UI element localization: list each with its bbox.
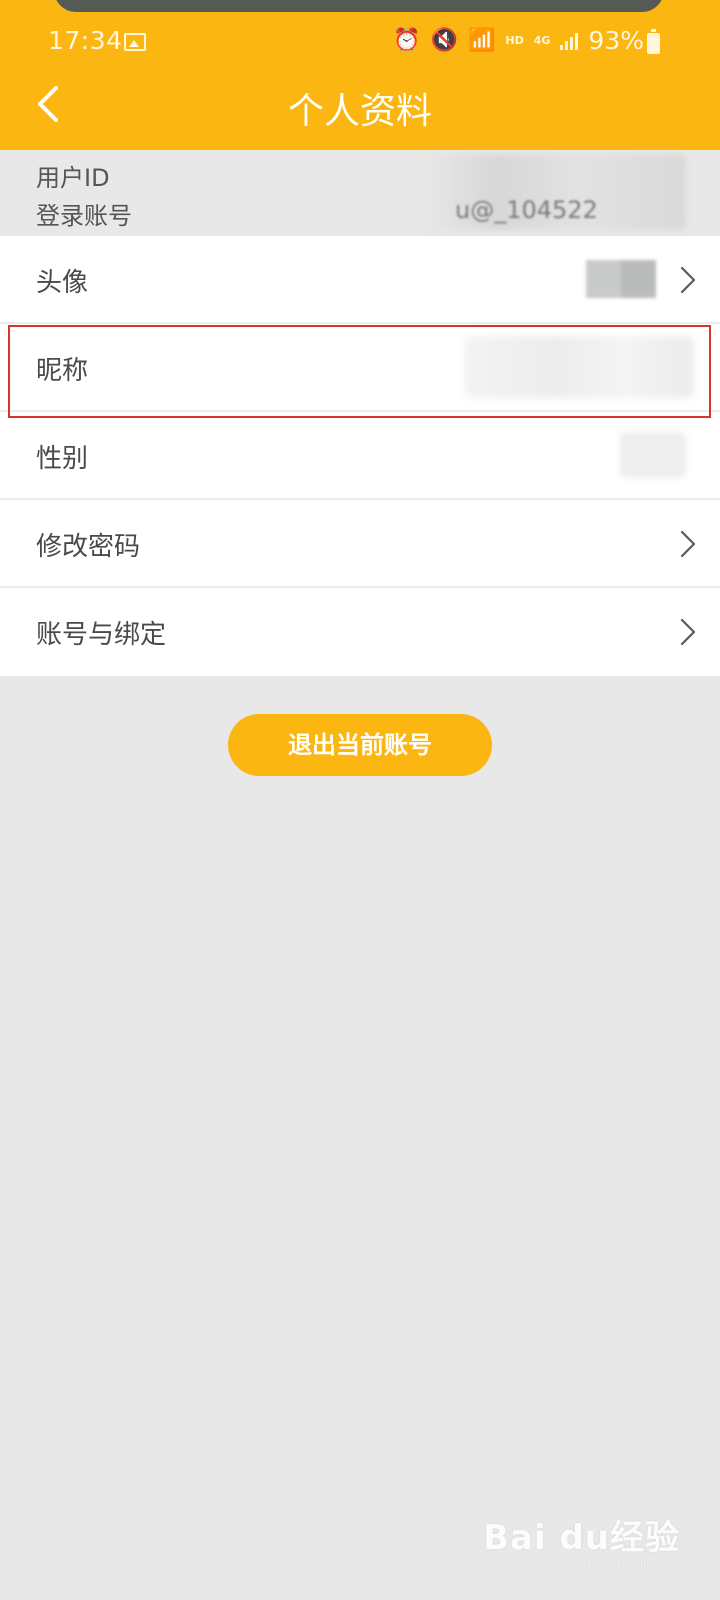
avatar-thumbnail-redacted [586,260,656,298]
row-account-binding-label: 账号与绑定 [36,620,167,650]
mute-icon: 🔇 [430,27,458,53]
status-time: 17:34 [48,26,123,55]
page-title: 个人资料 [287,91,432,132]
nickname-value-redacted [464,336,694,398]
watermark-url: jingyan.baidu.com [569,1559,680,1573]
user-id-label: 用户ID [36,164,110,192]
watermark-brand: Bai du经验 [483,1518,680,1558]
gender-value-redacted [620,432,686,478]
row-gender-label: 性别 [36,444,89,474]
cellular-label: 4G [533,34,551,47]
row-avatar-label: 头像 [36,268,89,298]
login-account-label: 登录账号 [36,202,132,230]
chevron-right-icon [676,526,700,562]
watermark: Bai du经验 jingyan.baidu.com [483,1510,680,1573]
battery-percent: 93% [588,26,644,55]
row-gender[interactable]: 性别 [0,412,720,500]
row-account-binding[interactable]: 账号与绑定 [0,588,720,676]
row-avatar[interactable]: 头像 [0,236,720,324]
battery-icon [647,29,660,54]
profile-settings-list: 头像 昵称 性别 修改密码 账号与绑定 [0,236,720,676]
alarm-icon: ⏰ [393,27,421,53]
chevron-right-icon [676,262,700,298]
login-account-value: u@_104522 [455,196,598,224]
hd-label: HD [505,34,524,47]
status-icons: ⏰ 🔇 📶 HD 4G 93% [393,26,662,55]
row-nickname-label: 昵称 [36,356,89,386]
logout-button[interactable]: 退出当前账号 [228,714,492,776]
account-info-section: 用户ID 登录账号 u@_104522 [0,150,720,236]
row-change-password-label: 修改密码 [36,532,141,562]
app-header: 17:34 ⏰ 🔇 📶 HD 4G 93% 个人资料 [0,0,720,150]
wifi-icon: 📶 [467,27,496,53]
chevron-right-icon [676,614,700,650]
gallery-notification-icon [124,33,146,51]
device-notch [54,0,664,12]
row-change-password[interactable]: 修改密码 [0,500,720,588]
signal-icon [560,32,579,50]
row-nickname[interactable]: 昵称 [0,324,720,412]
